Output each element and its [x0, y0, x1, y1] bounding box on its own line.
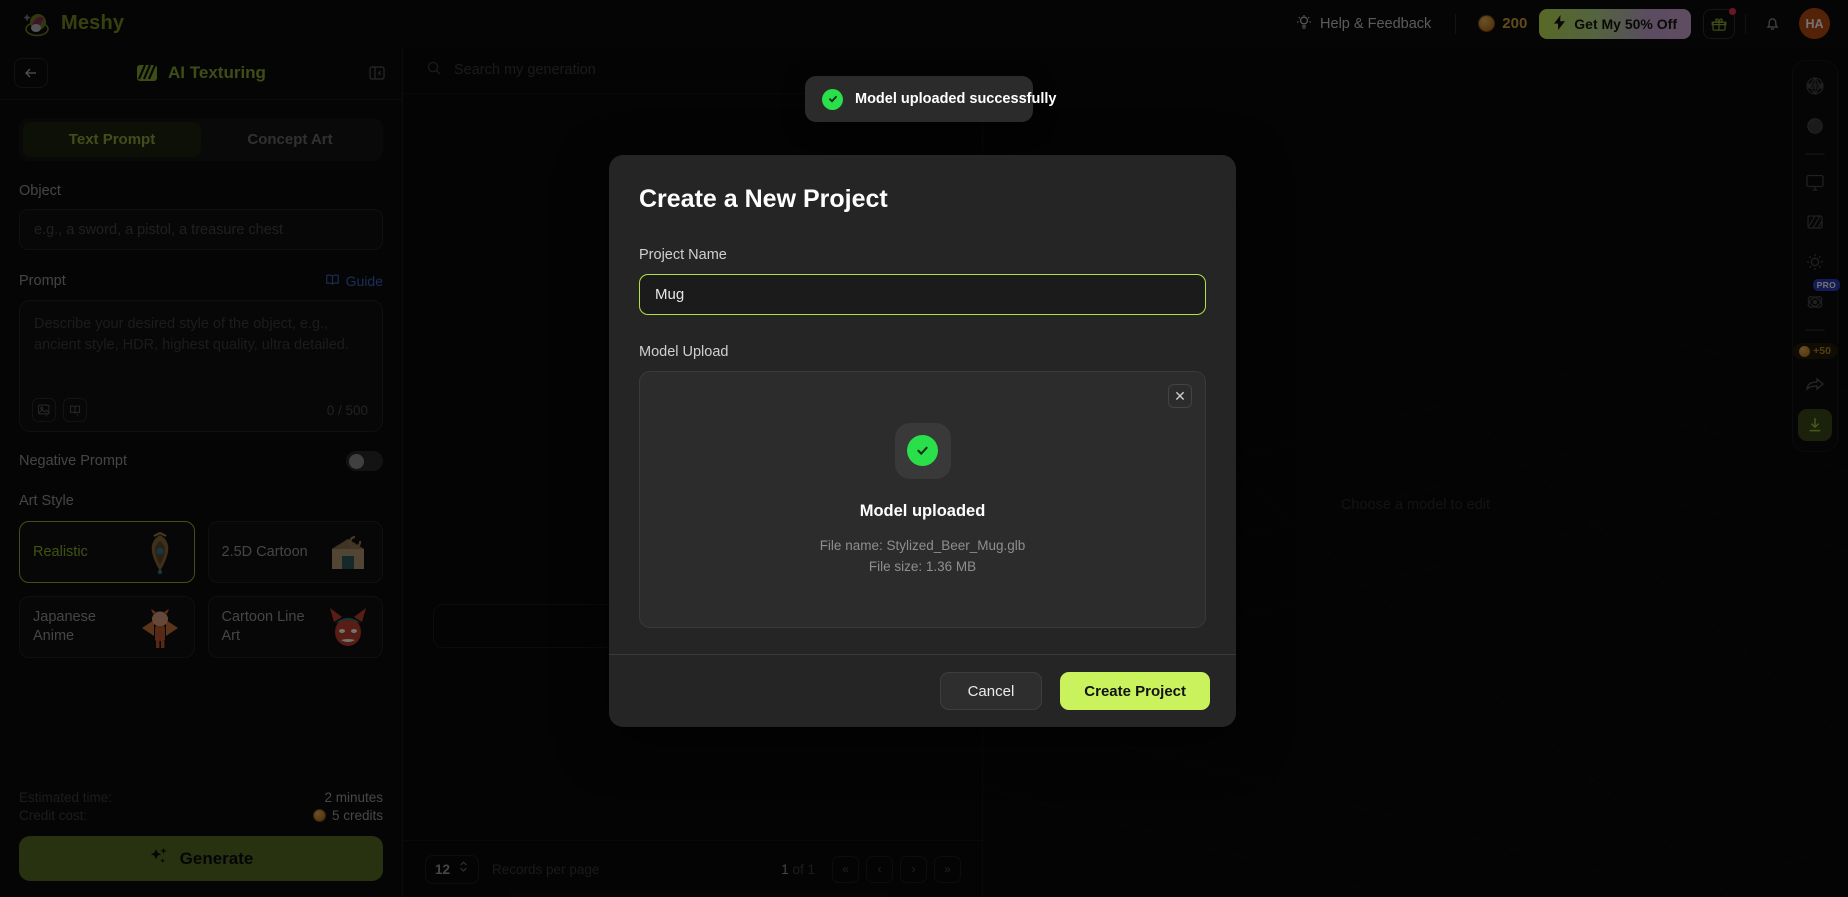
create-project-modal: Create a New Project Project Name Model … — [609, 155, 1236, 727]
modal-footer: Cancel Create Project — [609, 654, 1236, 727]
check-icon — [822, 88, 843, 110]
remove-upload-button[interactable]: ✕ — [1168, 384, 1192, 408]
check-icon — [907, 435, 938, 466]
toast-notification: Model uploaded successfully — [805, 76, 1056, 122]
upload-file-name: File name: Stylized_Beer_Mug.glb — [819, 537, 1026, 553]
project-name-label: Project Name — [639, 247, 727, 263]
model-upload-dropzone[interactable]: ✕ Model uploaded File name: Stylized_Bee… — [639, 371, 1206, 628]
upload-status-badge — [894, 422, 951, 479]
toast-message: Model uploaded successfully — [855, 91, 1057, 107]
upload-status-title: Model uploaded — [859, 501, 986, 520]
modal-title: Create a New Project — [639, 185, 888, 213]
app-root: Meshy Help & Feedback 200 — [0, 0, 1848, 897]
model-upload-label: Model Upload — [639, 344, 729, 360]
modal-body: Create a New Project Project Name Model … — [609, 155, 1236, 654]
upload-file-meta: File name: Stylized_Beer_Mug.glb File si… — [820, 535, 1026, 577]
upload-file-size: File size: 1.36 MB — [868, 558, 977, 574]
project-name-input[interactable] — [639, 274, 1206, 315]
cancel-button[interactable]: Cancel — [939, 672, 1043, 710]
create-project-button[interactable]: Create Project — [1060, 672, 1210, 710]
